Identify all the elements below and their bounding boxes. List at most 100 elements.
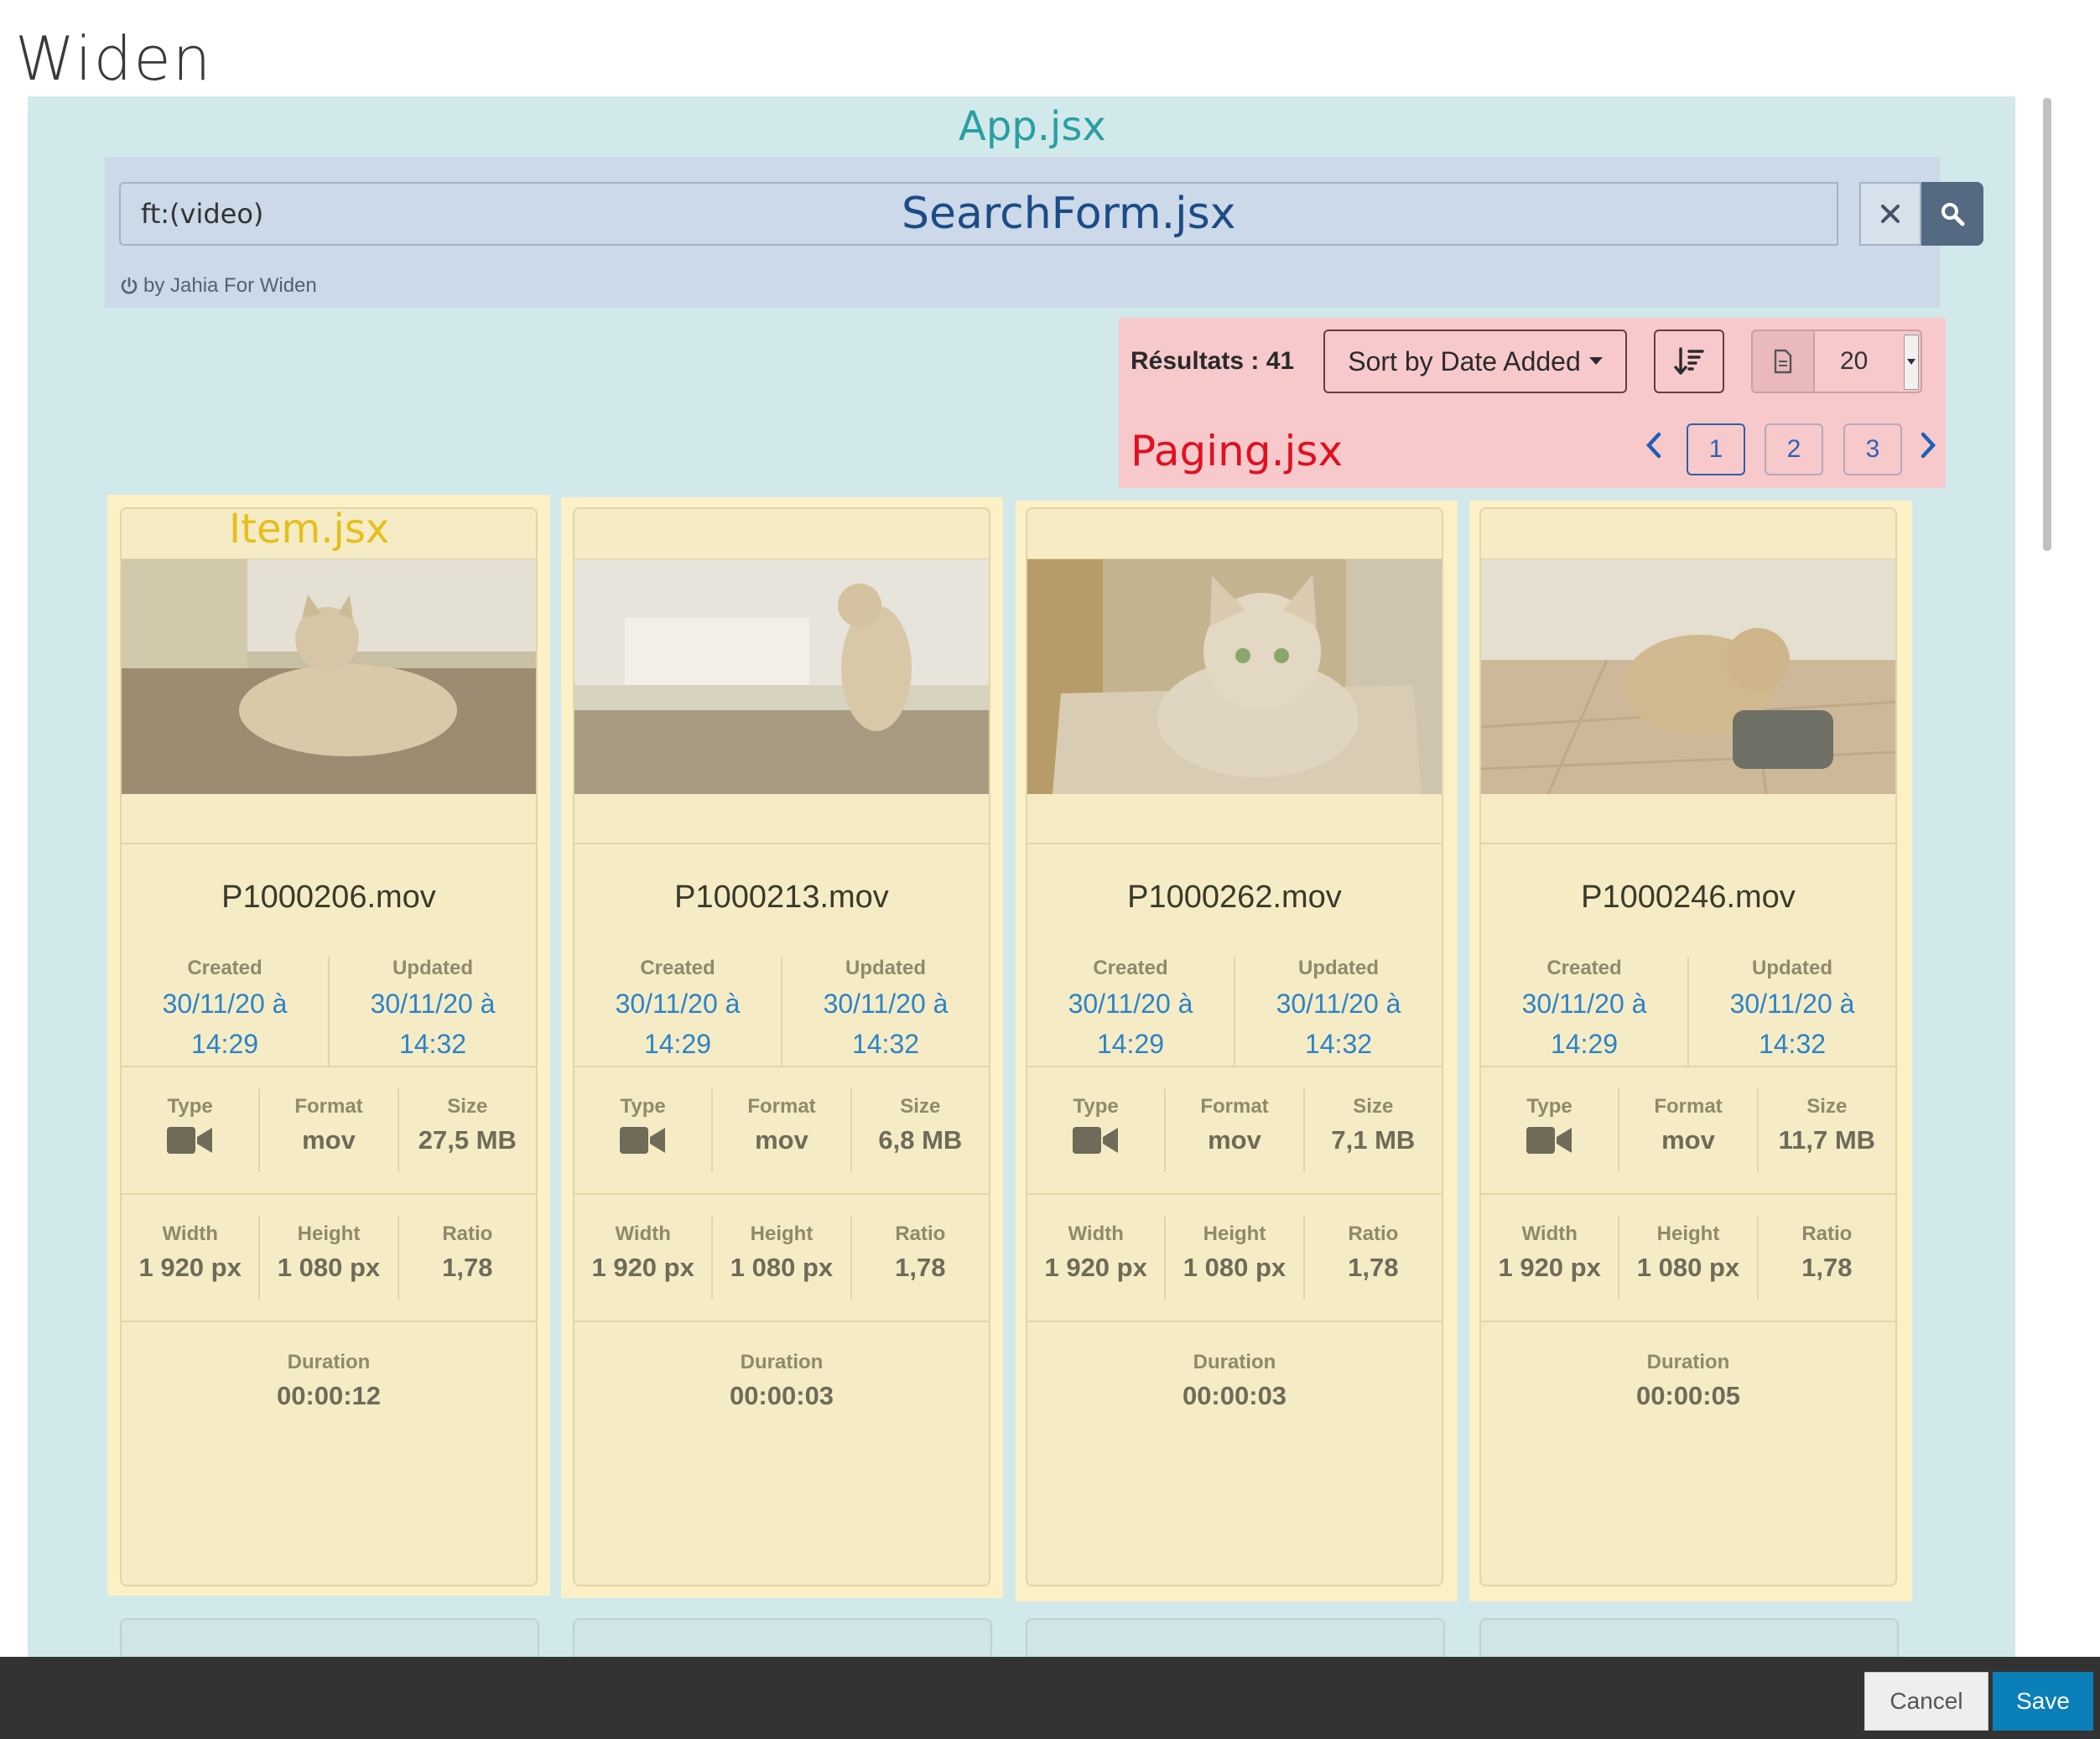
asset-card[interactable]: P1000206.mov Created 30/11/20 à 14:29 Up… xyxy=(120,507,538,1586)
page-3-button[interactable]: 3 xyxy=(1843,423,1902,475)
search-icon xyxy=(1941,203,1965,226)
format-value: mov xyxy=(1661,1125,1715,1155)
asset-card[interactable]: P1000213.mov Created 30/11/20 à 14:29 Up… xyxy=(573,507,990,1586)
duration-stat: Duration 00:00:05 xyxy=(1481,1322,1895,1411)
created-date: Created 30/11/20 à 14:29 xyxy=(1481,957,1687,1066)
close-icon xyxy=(1881,205,1900,223)
duration-label: Duration xyxy=(1193,1351,1276,1373)
cancel-button[interactable]: Cancel xyxy=(1864,1672,1988,1731)
clear-search-button[interactable] xyxy=(1859,182,1921,246)
page-2-button[interactable]: 2 xyxy=(1765,423,1823,475)
updated-label: Updated xyxy=(845,957,926,979)
per-page-addon xyxy=(1751,330,1815,393)
save-button[interactable]: Save xyxy=(1993,1672,2093,1731)
height-value: 1 080 px xyxy=(1636,1253,1740,1282)
format-label: Format xyxy=(294,1095,363,1118)
updated-value: 30/11/20 à 14:32 xyxy=(1276,989,1401,1059)
paging-bar: Résultats : 41 Sort by Date Added 20 Pag… xyxy=(1119,318,1946,488)
page-title: Widen xyxy=(15,23,213,94)
width-value: 1 920 px xyxy=(138,1253,242,1282)
size-stat: Size 11,7 MB xyxy=(1756,1088,1895,1172)
duration-label: Duration xyxy=(1646,1351,1730,1373)
updated-date: Updated 30/11/20 à 14:32 xyxy=(781,957,989,1066)
height-stat: Height 1 080 px xyxy=(1164,1216,1302,1300)
sort-dropdown[interactable]: Sort by Date Added xyxy=(1323,330,1627,393)
duration-label: Duration xyxy=(287,1351,371,1373)
size-stat: Size 7,1 MB xyxy=(1302,1088,1442,1172)
page-scrollbar[interactable] xyxy=(2043,98,2051,551)
duration-stat: Duration 00:00:12 xyxy=(122,1322,536,1411)
type-stat: Type xyxy=(1481,1088,1618,1172)
size-label: Size xyxy=(1353,1095,1394,1118)
power-icon xyxy=(121,277,138,294)
height-stat: Height 1 080 px xyxy=(711,1216,850,1300)
ratio-stat: Ratio 1,78 xyxy=(850,1216,989,1300)
format-value: mov xyxy=(302,1125,356,1155)
created-label: Created xyxy=(1093,957,1168,979)
height-stat: Height 1 080 px xyxy=(1618,1216,1756,1300)
format-label: Format xyxy=(747,1095,816,1118)
duration-stat: Duration 00:00:03 xyxy=(1027,1322,1442,1411)
width-label: Width xyxy=(162,1222,218,1245)
width-label: Width xyxy=(615,1222,671,1245)
width-label: Width xyxy=(1068,1222,1124,1245)
ratio-value: 1,78 xyxy=(895,1253,946,1282)
ratio-label: Ratio xyxy=(1348,1222,1399,1245)
asset-card[interactable]: P1000262.mov Created 30/11/20 à 14:29 Up… xyxy=(1026,507,1443,1586)
updated-date: Updated 30/11/20 à 14:32 xyxy=(1687,957,1895,1066)
sort-order-button[interactable] xyxy=(1654,330,1724,393)
size-stat: Size 27,5 MB xyxy=(397,1088,536,1172)
size-value: 6,8 MB xyxy=(878,1125,963,1155)
page-1-button[interactable]: 1 xyxy=(1687,423,1745,475)
video-thumbnail[interactable] xyxy=(574,559,989,794)
created-value: 30/11/20 à 14:29 xyxy=(615,989,741,1059)
item-title[interactable]: P1000246.mov xyxy=(1481,880,1895,938)
created-date: Created 30/11/20 à 14:29 xyxy=(122,957,328,1066)
page-number: 1 xyxy=(1708,435,1723,463)
type-stat: Type xyxy=(122,1088,258,1172)
format-stat: Format mov xyxy=(1618,1088,1756,1172)
width-value: 1 920 px xyxy=(1498,1253,1601,1282)
next-page-button[interactable] xyxy=(1920,429,1936,467)
format-label: Format xyxy=(1200,1095,1269,1118)
asset-card[interactable]: P1000246.mov Created 30/11/20 à 14:29 Up… xyxy=(1479,507,1897,1586)
app-zone-label: App.jsx xyxy=(959,103,1106,150)
item-title[interactable]: P1000262.mov xyxy=(1027,880,1442,938)
created-value: 30/11/20 à 14:29 xyxy=(1068,989,1193,1059)
width-label: Width xyxy=(1521,1222,1578,1245)
format-label: Format xyxy=(1654,1095,1723,1118)
previous-page-button[interactable] xyxy=(1645,429,1662,467)
search-button[interactable] xyxy=(1921,182,1983,246)
search-input-value: ft:(video) xyxy=(141,198,264,230)
width-value: 1 920 px xyxy=(591,1253,694,1282)
item-title[interactable]: P1000206.mov xyxy=(122,880,536,938)
duration-label: Duration xyxy=(740,1351,824,1373)
caret-down-icon xyxy=(1588,357,1603,365)
sort-label: Sort by Date Added xyxy=(1348,345,1581,376)
video-camera-icon xyxy=(166,1127,212,1154)
per-page-input[interactable]: 20 xyxy=(1815,330,1922,393)
item-title[interactable]: P1000213.mov xyxy=(574,880,989,938)
updated-label: Updated xyxy=(1298,957,1379,979)
results-count: Résultats : 41 xyxy=(1131,347,1295,375)
ratio-stat: Ratio 1,78 xyxy=(1756,1216,1895,1300)
video-camera-icon xyxy=(1072,1127,1118,1154)
format-value: mov xyxy=(755,1125,808,1155)
video-thumbnail[interactable] xyxy=(122,559,536,794)
updated-label: Updated xyxy=(392,957,473,979)
video-thumbnail[interactable] xyxy=(1027,559,1442,794)
ratio-value: 1,78 xyxy=(1801,1253,1853,1282)
height-label: Height xyxy=(750,1222,813,1245)
created-label: Created xyxy=(187,957,262,979)
format-stat: Format mov xyxy=(711,1088,850,1172)
width-stat: Width 1 920 px xyxy=(1027,1216,1164,1300)
per-page-spinner[interactable] xyxy=(1904,335,1919,390)
width-value: 1 920 px xyxy=(1044,1253,1147,1282)
created-date: Created 30/11/20 à 14:29 xyxy=(574,957,781,1066)
app-container: App.jsx ft:(video) SearchForm.jsx by Jah… xyxy=(28,96,2015,1739)
video-thumbnail[interactable] xyxy=(1481,559,1895,794)
page-number: 2 xyxy=(1786,435,1801,463)
updated-value: 30/11/20 à 14:32 xyxy=(1729,989,1855,1059)
type-label: Type xyxy=(1526,1095,1572,1118)
updated-value: 30/11/20 à 14:32 xyxy=(823,989,949,1059)
